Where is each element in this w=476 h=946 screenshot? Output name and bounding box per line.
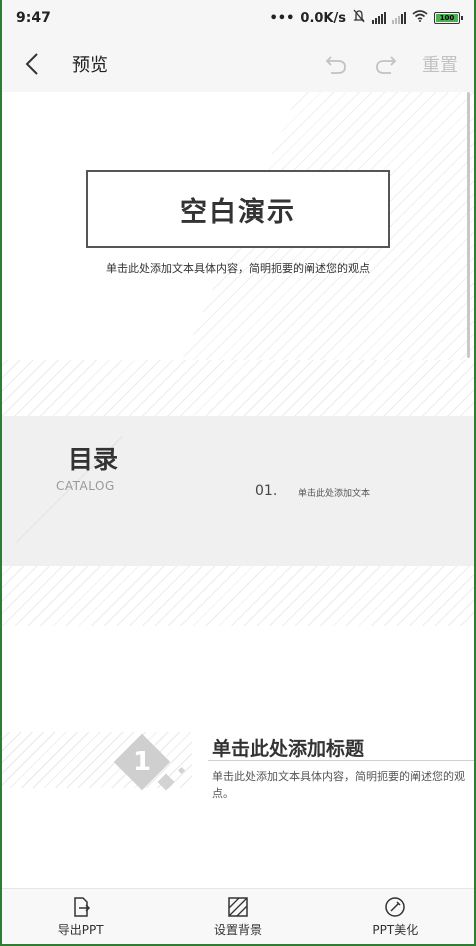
back-icon [25, 53, 38, 75]
page-title: 预览 [72, 55, 108, 76]
cover-title: 空白演示 [180, 196, 296, 228]
undo-icon [325, 56, 346, 74]
export-ppt-button[interactable]: 导出PPT [2, 889, 159, 944]
top-toolbar: 预览 重置 [2, 36, 474, 92]
app-screen: 9:47 ••• 0.0K/s 100 预览 重置 空白演示 单击此处添加文本具… [2, 0, 474, 944]
toc-subtitle: CATALOG [56, 479, 115, 493]
battery-level: 100 [439, 14, 455, 22]
status-bar: 9:47 ••• 0.0K/s 100 [2, 0, 474, 36]
cover-title-box[interactable]: 空白演示 [86, 170, 390, 248]
slide-gap-stripes [2, 360, 474, 416]
beautify-label: PPT美化 [372, 922, 419, 937]
slide-preview[interactable]: 空白演示 单击此处添加文本具体内容，简明扼要的阐述您的观点 目录 CATALOG… [2, 92, 474, 888]
section-body[interactable]: 单击此处添加文本具体内容，简明扼要的阐述您的观点。 [212, 768, 468, 802]
battery-icon: 100 [434, 12, 463, 24]
cover-slide[interactable]: 空白演示 单击此处添加文本具体内容，简明扼要的阐述您的观点 [2, 92, 474, 360]
signal-icon-1 [372, 12, 386, 24]
beautify-icon [385, 896, 406, 917]
status-time: 9:47 [16, 10, 51, 26]
background-icon [228, 896, 248, 917]
bottom-bar: 导出PPT 设置背景 PPT美化 [2, 888, 474, 944]
undo-button[interactable] [322, 50, 350, 78]
toc-title[interactable]: 目录 [68, 440, 118, 476]
dots-icon: ••• [269, 10, 295, 26]
redo-button[interactable] [372, 50, 400, 78]
export-label: 导出PPT [57, 922, 104, 937]
redo-icon [376, 56, 397, 74]
mute-icon [352, 9, 366, 27]
back-button[interactable] [2, 36, 62, 92]
slide-gap-stripes [2, 566, 474, 626]
preview-scrollbar[interactable] [467, 92, 470, 358]
reset-button[interactable]: 重置 [422, 51, 458, 77]
toc-slide[interactable]: 目录 CATALOG 01. 单击此处添加文本 [2, 416, 474, 566]
toc-item-number: 01. [255, 483, 278, 499]
network-speed: 0.0K/s [300, 10, 346, 26]
signal-icon-2 [392, 12, 406, 24]
status-icons: ••• 0.0K/s 100 [269, 9, 463, 27]
section-number: 1 [132, 747, 152, 777]
section-title[interactable]: 单击此处添加标题 [212, 734, 364, 761]
set-background-button[interactable]: 设置背景 [159, 889, 316, 944]
background-label: 设置背景 [213, 922, 262, 937]
wifi-icon [412, 10, 428, 26]
cover-subtitle[interactable]: 单击此处添加文本具体内容，简明扼要的阐述您的观点 [2, 260, 474, 276]
export-icon [73, 896, 90, 917]
ppt-beautify-button[interactable]: PPT美化 [317, 889, 474, 944]
section-slide[interactable]: 1 单击此处添加标题 单击此处添加文本具体内容，简明扼要的阐述您的观点。 [2, 626, 474, 888]
toc-item-text[interactable]: 单击此处添加文本 [298, 486, 370, 499]
